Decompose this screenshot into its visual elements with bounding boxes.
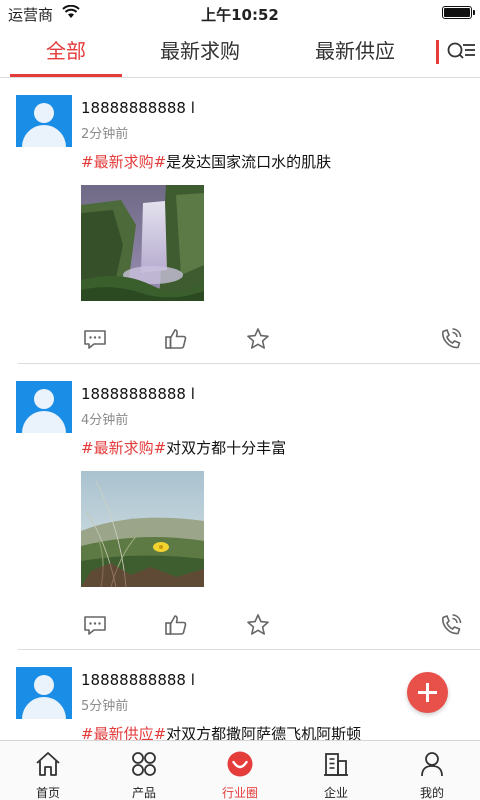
status-bar: 运营商 上午10:52 [0, 0, 480, 26]
avatar[interactable] [16, 667, 72, 719]
post-content: #最新求购#对双方都十分丰富 [81, 437, 286, 458]
post-feed[interactable]: 18888888888 l 2分钟前 #最新求购#是发达国家流口水的肌肤 188… [0, 78, 480, 740]
nav-products-label: 产品 [131, 786, 156, 800]
nav-enterprise[interactable]: 企业 [288, 741, 384, 800]
nav-industry-circle-label: 行业圈 [221, 786, 258, 800]
filter-search-icon[interactable] [446, 38, 476, 66]
nav-mine[interactable]: 我的 [384, 741, 480, 800]
avatar[interactable] [16, 381, 72, 433]
bottom-nav: 首页 产品 行业圈 企业 我的 [0, 740, 480, 800]
tab-latest-supply[interactable]: 最新供应 [305, 26, 405, 78]
post-text: 对双方都十分丰富 [166, 439, 287, 457]
tab-all[interactable]: 全部 [10, 26, 122, 78]
post-actions [0, 326, 480, 354]
phone-call-icon[interactable] [438, 326, 464, 352]
avatar[interactable] [16, 95, 72, 147]
post-content: #最新求购#是发达国家流口水的肌肤 [81, 151, 331, 172]
post-time: 5分钟前 [81, 699, 129, 714]
tab-latest-supply-label: 最新供应 [315, 39, 395, 63]
nav-home[interactable]: 首页 [0, 741, 96, 800]
add-post-button[interactable] [407, 672, 448, 713]
post-text: 对双方都撒阿萨德飞机阿斯顿 [166, 725, 362, 740]
battery-icon [442, 6, 475, 19]
tab-latest-purchase-label: 最新求购 [160, 39, 240, 63]
post-content: #最新供应#对双方都撒阿萨德飞机阿斯顿 [81, 723, 361, 740]
category-tabs: 全部 最新求购 最新供应 [0, 26, 480, 78]
phone-call-icon[interactable] [438, 612, 464, 638]
comment-icon[interactable] [82, 326, 108, 352]
clock: 上午10:52 [201, 6, 279, 24]
smile-icon [227, 751, 253, 777]
home-icon [36, 752, 60, 776]
post-tag[interactable]: #最新求购# [81, 153, 166, 171]
tab-divider [436, 40, 439, 64]
grid-icon [132, 752, 156, 776]
star-icon[interactable] [245, 612, 271, 638]
tab-latest-purchase[interactable]: 最新求购 [150, 26, 250, 78]
post-photo-flower-field[interactable] [81, 471, 204, 587]
post-username[interactable]: 18888888888 l [81, 385, 195, 403]
nav-industry-circle[interactable]: 行业圈 [192, 741, 288, 800]
active-tab-indicator [10, 74, 122, 77]
nav-products[interactable]: 产品 [96, 741, 192, 800]
post-tag[interactable]: #最新求购# [81, 439, 166, 457]
nav-home-label: 首页 [35, 786, 60, 800]
tab-all-label: 全部 [46, 39, 86, 63]
post-card: 18888888888 l 2分钟前 #最新求购#是发达国家流口水的肌肤 [0, 78, 480, 364]
post-actions [0, 612, 480, 640]
post-tag[interactable]: #最新供应# [81, 725, 166, 740]
post-username[interactable]: 18888888888 l [81, 671, 195, 689]
nav-mine-label: 我的 [419, 786, 444, 800]
person-icon [421, 752, 443, 777]
post-time: 4分钟前 [81, 413, 129, 428]
comment-icon[interactable] [82, 612, 108, 638]
like-icon[interactable] [163, 326, 189, 352]
post-photo-waterfall[interactable] [81, 185, 204, 301]
post-card: 18888888888 l 4分钟前 #最新求购#对双方都十分丰富 [0, 364, 480, 650]
building-icon [324, 753, 348, 776]
post-text: 是发达国家流口水的肌肤 [166, 153, 332, 171]
post-time: 2分钟前 [81, 127, 129, 142]
like-icon[interactable] [163, 612, 189, 638]
nav-enterprise-label: 企业 [323, 786, 348, 800]
star-icon[interactable] [245, 326, 271, 352]
post-username[interactable]: 18888888888 l [81, 99, 195, 117]
